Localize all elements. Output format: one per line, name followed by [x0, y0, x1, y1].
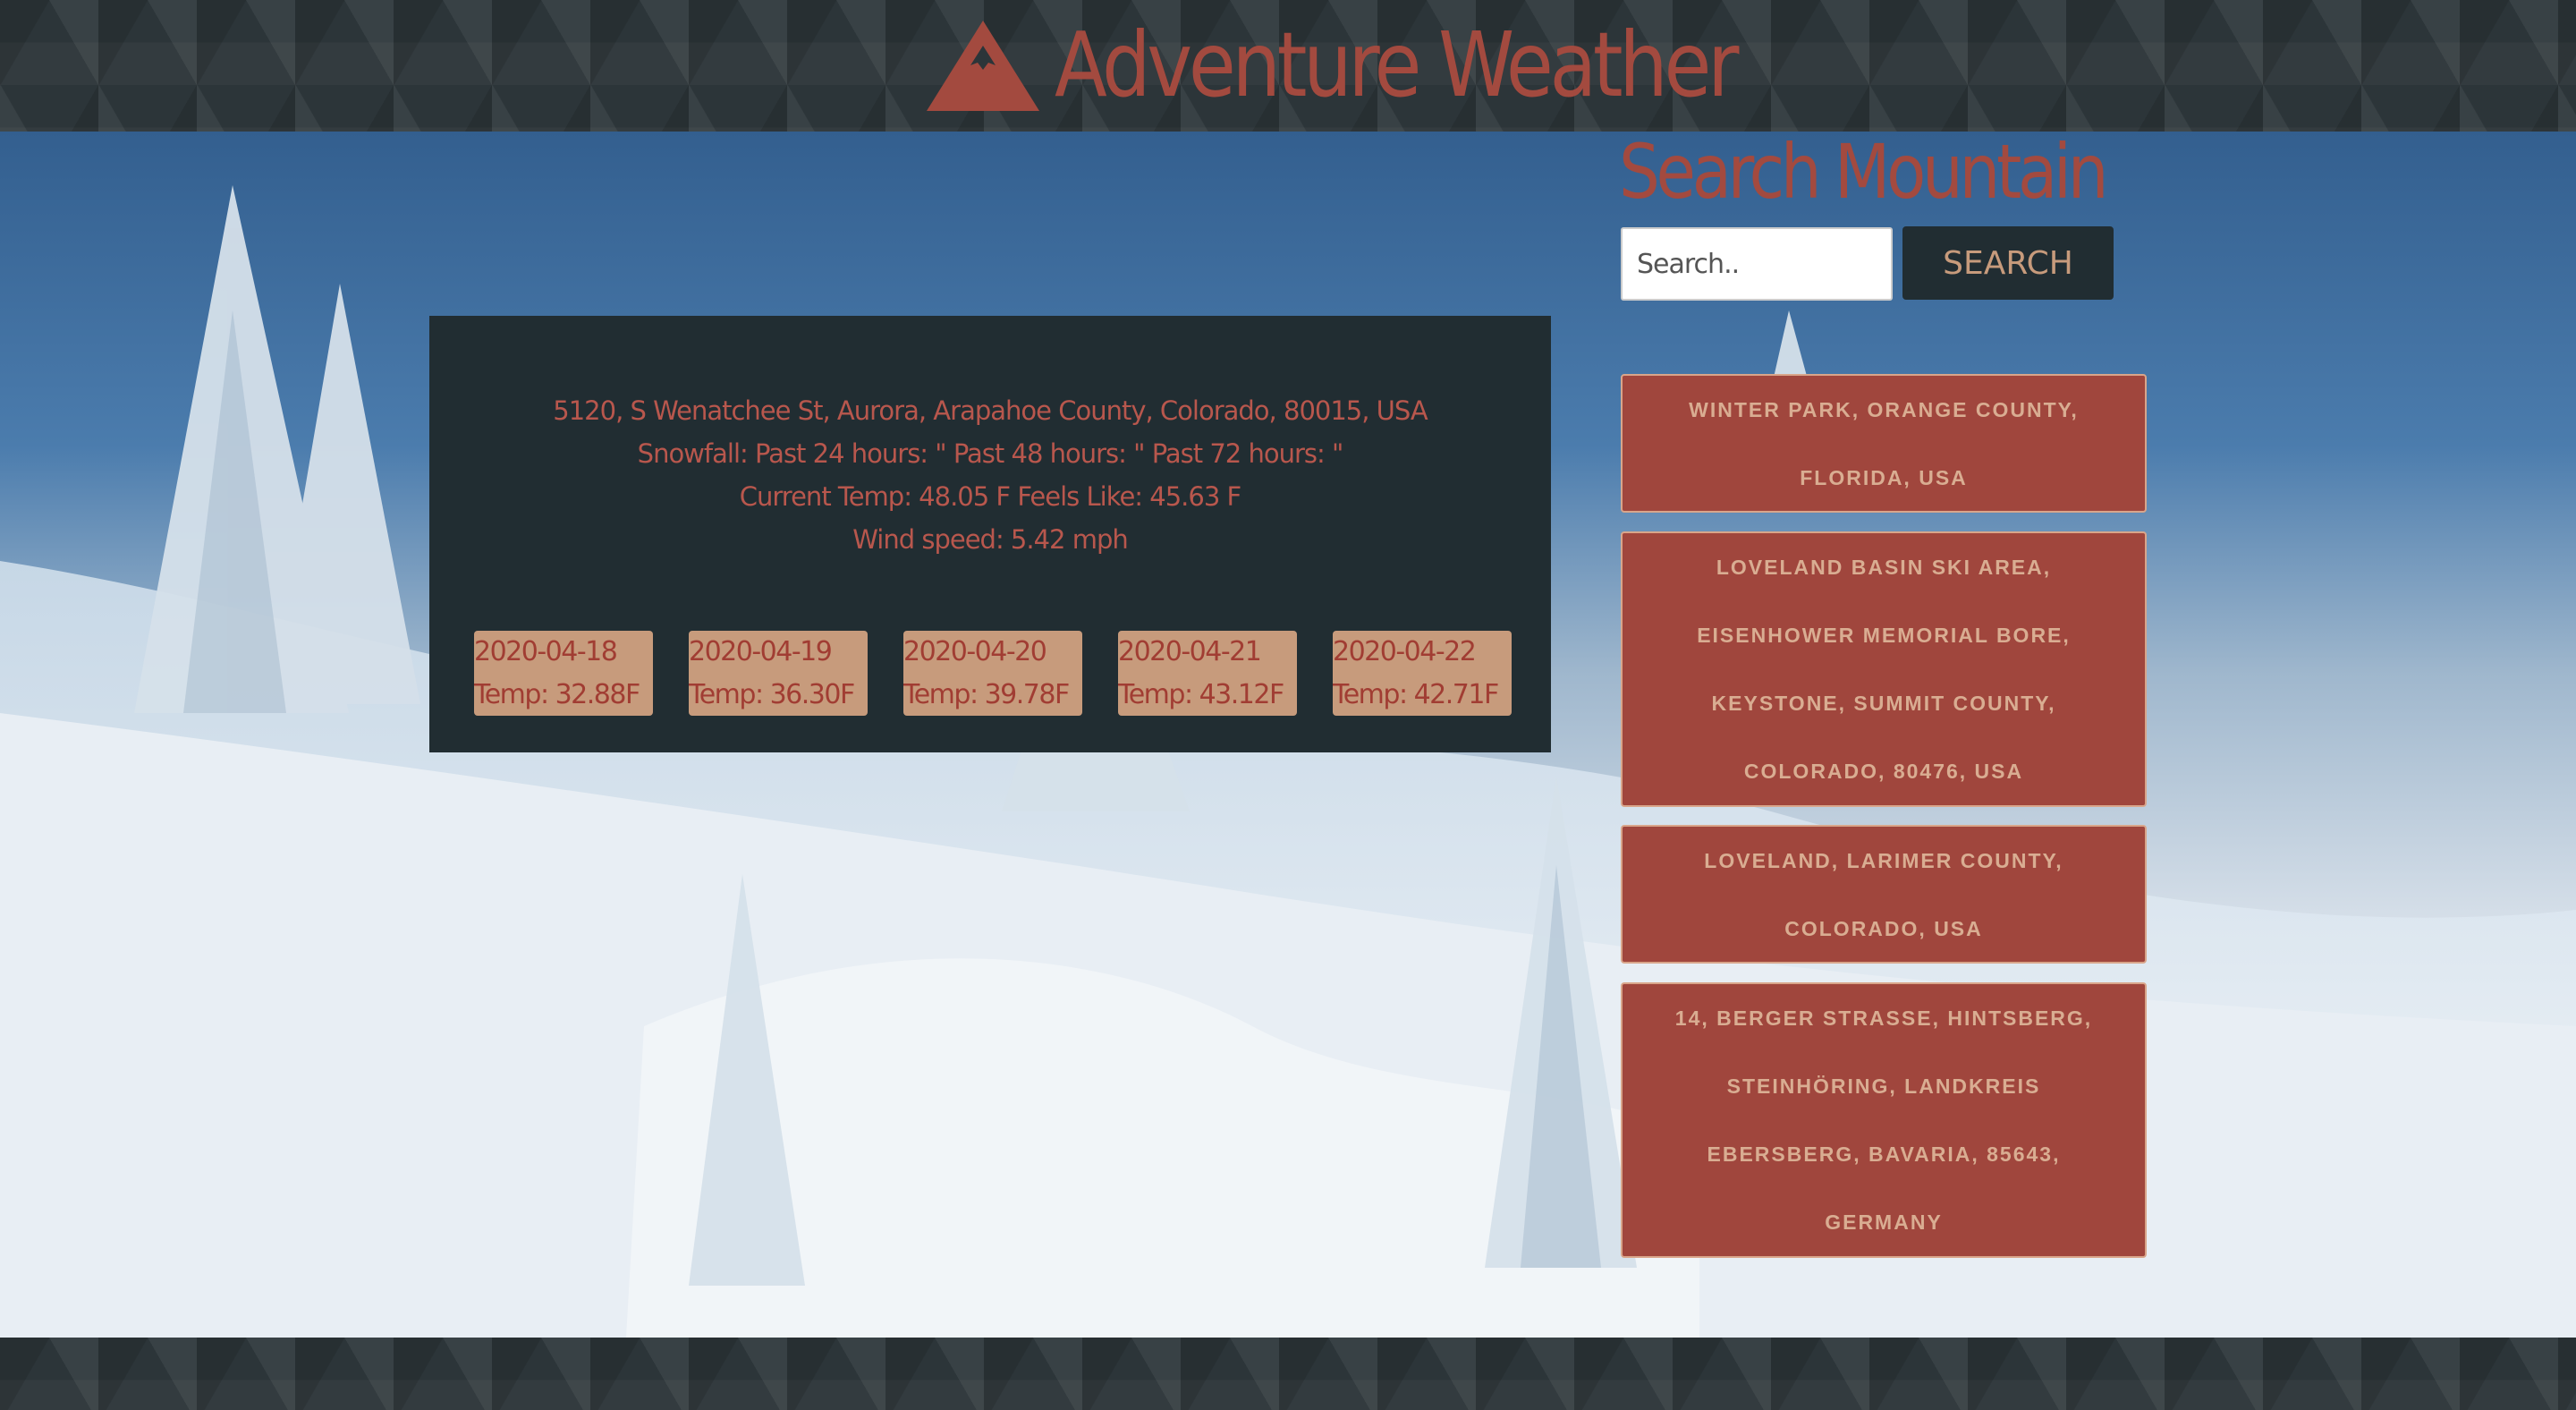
search-result-hintsberg[interactable]: 14, BERGER STRASSE, HINTSBERG, STEINHÖRI… [1621, 982, 2147, 1258]
result-line: LOVELAND, LARIMER COUNTY, [1704, 849, 2063, 872]
forecast-card: 2020-04-18 Temp: 32.88F [474, 631, 653, 716]
search-title: Search Mountain [1619, 128, 2108, 216]
site-title: Adventure Weather [1055, 13, 1739, 117]
address-text: 5120, S Wenatchee St, Aurora, Arapahoe C… [553, 395, 1428, 426]
forecast-temp: Temp: 42.71F [1333, 679, 1499, 710]
forecast-date: 2020-04-21 [1118, 636, 1262, 667]
brand[interactable]: Adventure Weather [926, 7, 1846, 123]
snowfall-text: Snowfall: Past 24 hours: " Past 48 hours… [637, 438, 1344, 469]
search-input[interactable] [1621, 227, 1893, 301]
search-result-winter-park[interactable]: WINTER PARK, ORANGE COUNTY, FLORIDA, USA [1621, 374, 2147, 513]
weather-panel: 5120, S Wenatchee St, Aurora, Arapahoe C… [429, 316, 1551, 752]
forecast-date: 2020-04-20 [903, 636, 1047, 667]
wind-speed-text: Wind speed: 5.42 mph [852, 524, 1129, 555]
forecast-date: 2020-04-19 [689, 636, 833, 667]
result-line: EISENHOWER MEMORIAL BORE, [1697, 624, 2071, 647]
forecast-card: 2020-04-20 Temp: 39.78F [903, 631, 1082, 716]
forecast-date: 2020-04-22 [1333, 636, 1477, 667]
result-line: GERMANY [1825, 1210, 1943, 1234]
forecast-card: 2020-04-22 Temp: 42.71F [1333, 631, 1512, 716]
result-line: KEYSTONE, SUMMIT COUNTY, [1711, 692, 2056, 715]
forecast-card: 2020-04-19 Temp: 36.30F [689, 631, 868, 716]
site-footer [0, 1338, 2576, 1410]
result-line: COLORADO, USA [1784, 917, 1983, 940]
search-button[interactable]: SEARCH [1902, 226, 2114, 300]
search-result-loveland-basin[interactable]: LOVELAND BASIN SKI AREA, EISENHOWER MEMO… [1621, 531, 2147, 807]
result-line: WINTER PARK, ORANGE COUNTY, [1689, 398, 2079, 421]
site-header: Adventure Weather [0, 0, 2576, 132]
forecast-temp: Temp: 36.30F [689, 679, 855, 710]
result-line: LOVELAND BASIN SKI AREA, [1716, 556, 2052, 579]
search-result-loveland[interactable]: LOVELAND, LARIMER COUNTY, COLORADO, USA [1621, 825, 2147, 964]
hero-background: 5120, S Wenatchee St, Aurora, Arapahoe C… [0, 132, 2576, 1338]
result-line: STEINHÖRING, LANDKREIS [1726, 1074, 2041, 1098]
result-line: FLORIDA, USA [1800, 466, 1968, 489]
weather-details: 5120, S Wenatchee St, Aurora, Arapahoe C… [429, 389, 1551, 561]
forecast-temp: Temp: 39.78F [903, 679, 1070, 710]
mountain-icon [927, 21, 1039, 111]
forecast-temp: Temp: 43.12F [1118, 679, 1284, 710]
result-line: COLORADO, 80476, USA [1743, 760, 2024, 783]
forecast-date: 2020-04-18 [474, 636, 618, 667]
current-temp-text: Current Temp: 48.05 F Feels Like: 45.63 … [739, 481, 1241, 512]
forecast-card: 2020-04-21 Temp: 43.12F [1118, 631, 1297, 716]
forecast-temp: Temp: 32.88F [474, 679, 640, 710]
result-line: 14, BERGER STRASSE, HINTSBERG, [1674, 1007, 2093, 1030]
result-line: EBERSBERG, BAVARIA, 85643, [1707, 1142, 2061, 1166]
